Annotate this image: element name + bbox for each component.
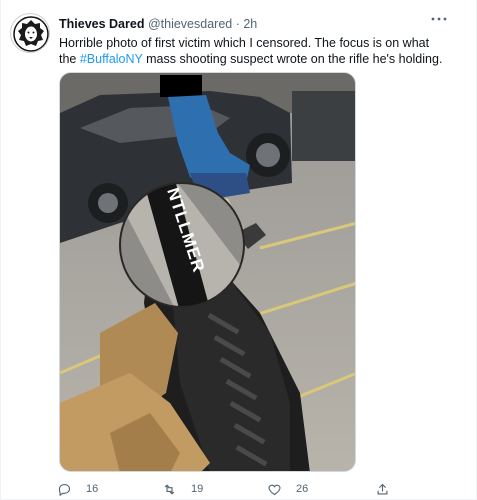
tweet-text-part2: mass shooting suspect wrote on the rifle… (142, 52, 443, 66)
reply-count: 16 (86, 483, 99, 495)
heart-icon (268, 484, 281, 495)
share-button[interactable] (375, 480, 390, 498)
tweet-photo[interactable]: NTLLMER (59, 72, 356, 472)
display-name[interactable]: Thieves Dared (59, 17, 144, 31)
user-handle[interactable]: @thievesdared (148, 17, 232, 31)
like-count: 26 (296, 483, 309, 495)
share-icon (377, 483, 388, 494)
reply-icon (58, 483, 71, 496)
retweet-icon (164, 483, 175, 495)
hashtag-link[interactable]: #BuffaloNY (80, 52, 143, 66)
tweet-actions: 16 19 26 (57, 480, 437, 498)
lion-logo-icon (13, 16, 49, 52)
separator-dot: · (235, 17, 240, 31)
reply-button[interactable]: 16 (57, 480, 98, 498)
tweet-text: Horrible photo of first victim which I c… (59, 35, 444, 67)
timestamp[interactable]: 2h (243, 17, 257, 31)
retweet-button[interactable]: 19 (162, 480, 203, 498)
avatar[interactable] (10, 13, 50, 53)
retweet-count: 19 (191, 483, 204, 495)
tweet-card[interactable]: Thieves Dared @thievesdared · 2h Horribl… (0, 0, 477, 500)
photo-content: NTLLMER (60, 73, 355, 471)
more-options-button[interactable] (430, 12, 448, 26)
tweet-header: Thieves Dared @thievesdared · 2h (59, 16, 446, 34)
more-horizontal-icon (431, 17, 447, 21)
like-button[interactable]: 26 (267, 480, 308, 498)
